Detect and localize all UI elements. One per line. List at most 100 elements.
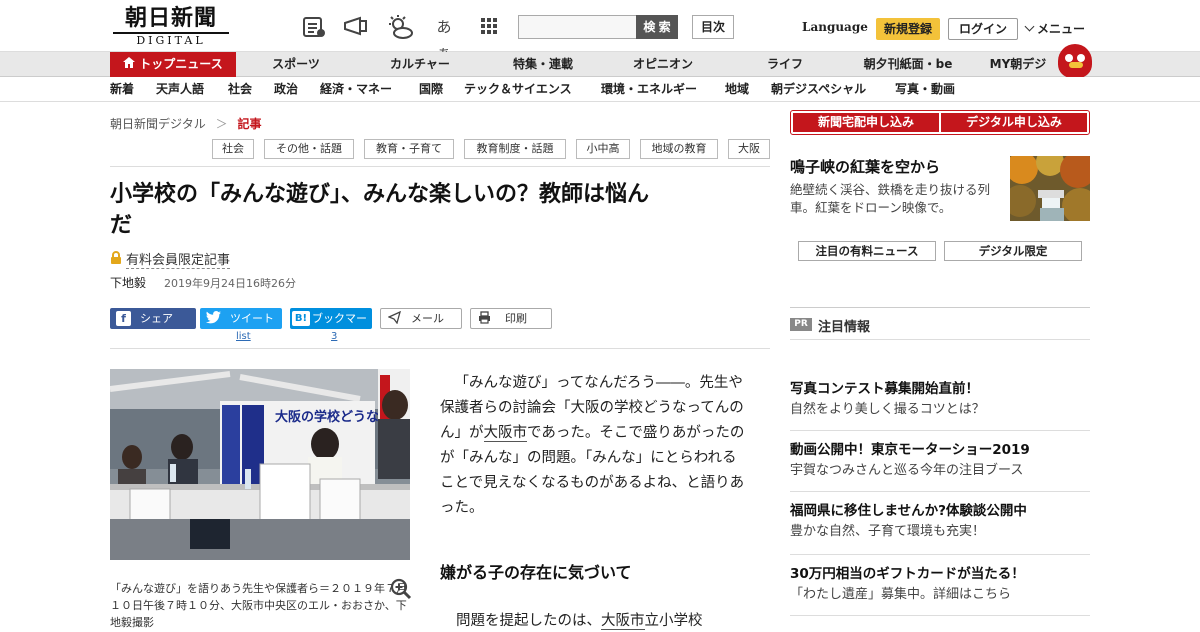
nav-top-news[interactable]: トップニュース (110, 52, 236, 77)
mail-share-button[interactable]: メール (380, 308, 462, 329)
subnav-tech-science[interactable]: テック＆サイエンス (464, 77, 572, 102)
site-header: 朝日新聞 DIGITAL あぁ 検 索 目次 Language 新規登録 ログイ… (0, 0, 1200, 62)
subnav-region[interactable]: 地域 (725, 77, 749, 102)
mascot-icon[interactable] (1058, 44, 1092, 78)
nav-my-asadigi[interactable]: MY朝デジ (980, 52, 1056, 77)
search-input[interactable] (518, 15, 638, 39)
newspaper-icon[interactable] (301, 14, 327, 40)
font-size-icon[interactable]: あぁ (431, 14, 457, 62)
pr-item-title: 30万円相当のギフトカードが当たる！ (790, 566, 1025, 582)
pr-item-title: 動画公開中！東京モーターショー2019 (790, 442, 1030, 458)
logo-jp: 朝日新聞 (124, 5, 217, 31)
facebook-icon: f (116, 311, 131, 326)
subnav-photo-video[interactable]: 写真・動画 (895, 77, 955, 102)
divider (790, 615, 1090, 616)
tag-society[interactable]: 社会 (212, 139, 254, 159)
menu-label: メニュー (1037, 22, 1086, 36)
tab-paid-news[interactable]: 注目の有料ニュース (798, 241, 936, 261)
bookmark-count[interactable]: 3 (331, 331, 337, 342)
site-logo[interactable]: 朝日新聞 DIGITAL (113, 6, 229, 48)
subnav-environment[interactable]: 環境・エネルギー (601, 77, 697, 102)
tag-education-system[interactable]: 教育制度・話題 (464, 139, 566, 159)
language-link[interactable]: Language (802, 20, 868, 34)
register-button[interactable]: 新規登録 (876, 18, 940, 40)
pr-item-desc: 宇賀なつみさんと巡る今年の注目ブース (790, 463, 1024, 478)
article-paragraph: 問題を提起したのは、大阪市立小学校 (456, 610, 756, 632)
subnav-new[interactable]: 新着 (110, 77, 134, 102)
hatena-bookmark-button[interactable]: B! ブックマーク (290, 308, 372, 346)
article-photo[interactable]: 大阪の学校どうなってんの?! (110, 369, 410, 560)
subnav-economy[interactable]: 経済・マネー (320, 77, 392, 102)
pr-item[interactable]: 30万円相当のギフトカードが当たる！ 「わたし遺産」募集中。詳細はこちら (790, 564, 1090, 606)
photo-caption: 「みんな遊び」を語りあう先生や保護者ら＝２０１９年７月１０日午後７時１０分、大阪… (110, 582, 407, 629)
grid-icon[interactable] (476, 14, 502, 40)
nav-paper[interactable]: 朝夕刊紙面・be (853, 52, 963, 77)
nav-features[interactable]: 特集・連載 (498, 52, 588, 77)
tweet-count[interactable]: list (236, 331, 251, 342)
subscription-box: 新聞宅配申し込み デジタル申し込み (790, 110, 1090, 135)
osaka-city-link[interactable]: 大阪市 (601, 613, 645, 630)
divider (110, 348, 770, 349)
tab-digital-only[interactable]: デジタル限定 (944, 241, 1082, 261)
osaka-city-link[interactable]: 大阪市 (483, 425, 527, 442)
feature-thumbnail[interactable] (1010, 156, 1090, 221)
breadcrumb-home[interactable]: 朝日新聞デジタル (110, 117, 206, 131)
paid-member-label[interactable]: 有料会員限定記事 (110, 249, 231, 269)
weather-icon[interactable] (386, 14, 413, 40)
login-button[interactable]: ログイン (948, 18, 1018, 40)
pr-item-desc: 豊かな自然、子育て環境も充実！ (790, 524, 986, 539)
divider (790, 430, 1090, 431)
digital-subscribe-button[interactable]: デジタル申し込み (941, 113, 1087, 132)
subnav-society[interactable]: 社会 (228, 77, 252, 102)
pr-item[interactable]: 写真コンテスト募集開始直前！ 自然をより美しく撮るコツとは？ (790, 379, 1090, 421)
share-label: ブックマーク (312, 312, 367, 346)
nav-label: トップニュース (139, 57, 223, 71)
subnav-international[interactable]: 国際 (419, 77, 443, 102)
print-button[interactable]: 印刷 (470, 308, 552, 329)
subnav-special[interactable]: 朝デジスペシャル (771, 77, 866, 102)
tag-osaka[interactable]: 大阪 (728, 139, 770, 159)
divider (790, 554, 1090, 555)
tag-local-education[interactable]: 地域の教育 (640, 139, 718, 159)
subnav-tenseijingo[interactable]: 天声人語 (156, 77, 204, 102)
nav-culture[interactable]: カルチャー (375, 52, 465, 77)
author[interactable]: 下地毅 (110, 274, 146, 291)
divider (790, 307, 1090, 308)
tag-education-childcare[interactable]: 教育・子育て (364, 139, 454, 159)
megaphone-icon[interactable] (342, 14, 368, 40)
mail-icon (387, 310, 402, 326)
toc-button[interactable]: 目次 (692, 15, 734, 39)
feature-description: 絶壁続く渓谷、鉄橋を走り抜ける列車。紅葉をドローン映像で。 (790, 182, 991, 215)
nav-life[interactable]: ライフ (750, 52, 820, 77)
nav-sports[interactable]: スポーツ (256, 52, 336, 77)
pr-item[interactable]: 動画公開中！東京モーターショー2019 宇賀なつみさんと巡る今年の注目ブース (790, 440, 1090, 482)
pr-item-title: 福岡県に移住しませんか?体験談公開中 (790, 503, 1027, 519)
title-line: だ (110, 213, 133, 238)
newspaper-subscribe-button[interactable]: 新聞宅配申し込み (793, 113, 939, 132)
divider (790, 339, 1090, 340)
facebook-share-button[interactable]: f シェア (110, 308, 196, 329)
pr-heading: 注目情報 (818, 320, 871, 335)
pr-item-title: 写真コンテスト募集開始直前！ (790, 381, 979, 397)
share-label: 印刷 (505, 312, 527, 325)
tag-schools[interactable]: 小中高 (576, 139, 630, 159)
article-paragraph: 「みんな遊び」ってなんだろう――。先生や保護者らの討論会「大阪の学校どうなってん… (440, 371, 745, 521)
pr-item[interactable]: 福岡県に移住しませんか?体験談公開中 豊かな自然、子育て環境も充実！ (790, 501, 1090, 543)
pr-item-desc: 自然をより美しく撮るコツとは？ (790, 402, 985, 417)
subnav-politics[interactable]: 政治 (274, 77, 298, 102)
menu-button[interactable]: メニュー (1024, 20, 1086, 37)
tag-misc[interactable]: その他・話題 (264, 139, 354, 159)
hatena-icon: B! (292, 311, 310, 326)
article-title: 小学校の「みんな遊び」、みんな楽しいの？教師は悩ん だ (110, 179, 760, 241)
share-label: ツイート (230, 312, 274, 325)
zoom-icon[interactable] (389, 577, 413, 601)
article-subheading: 嫌がる子の存在に気づいて (440, 563, 632, 582)
twitter-share-button[interactable]: ツイート (200, 308, 282, 329)
divider (790, 491, 1090, 492)
search-button[interactable]: 検 索 (636, 15, 678, 39)
feature-title[interactable]: 鳴子峡の紅葉を空から (790, 156, 940, 177)
nav-opinion[interactable]: オピニオン (620, 52, 706, 77)
pr-item-desc: 「わたし遺産」募集中。詳細はこちら (790, 587, 1012, 602)
sub-nav: 新着 天声人語 社会 政治 経済・マネー 国際 テック＆サイエンス 環境・エネル… (0, 77, 1200, 102)
chevron-down-icon (1024, 21, 1035, 32)
